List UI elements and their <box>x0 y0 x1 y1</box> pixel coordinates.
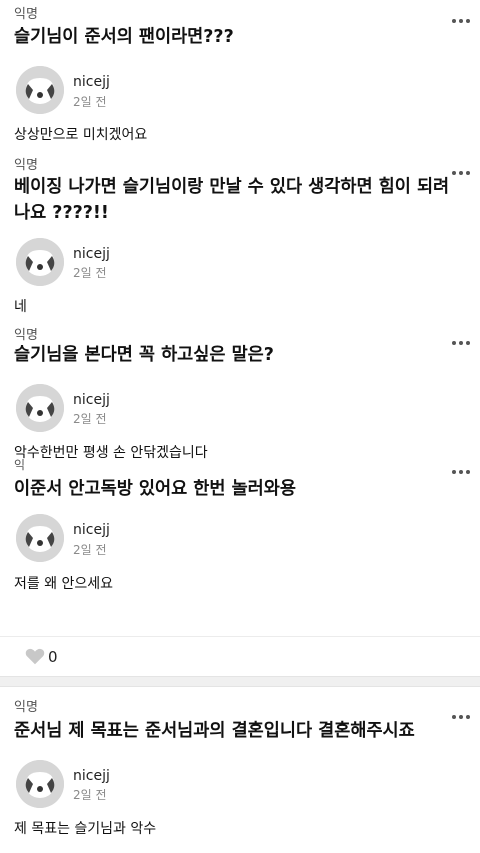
qa-card: 익명 준서님 제 목표는 준서님과의 결혼입니다 결혼해주시죠 nicejj 2… <box>0 690 480 853</box>
username[interactable]: nicejj <box>73 768 110 784</box>
more-options-icon[interactable] <box>452 340 470 346</box>
asker-label: 익명 <box>14 158 38 173</box>
answer-text: 네 <box>14 299 27 315</box>
avatar[interactable] <box>16 238 64 286</box>
avatar[interactable] <box>16 760 64 808</box>
question-text: 이준서 안고독방 있어요 한번 놀러와용 <box>14 479 296 499</box>
post-time: 2일 전 <box>73 95 107 109</box>
username[interactable]: nicejj <box>73 74 110 90</box>
qa-card: 익명 슬기님이 준서의 팬이라면??? nicejj 2일 전 상상만으로 미치… <box>0 0 480 160</box>
question-text: 베이징 나가면 슬기님이랑 만날 수 있다 생각하면 힘이 되려나요 ????!… <box>14 177 450 223</box>
dog-avatar-icon <box>16 238 64 286</box>
like-bar: 0 <box>0 636 480 677</box>
more-options-icon[interactable] <box>452 714 470 720</box>
heart-icon[interactable] <box>24 645 46 667</box>
username[interactable]: nicejj <box>73 392 110 408</box>
asker-label: 익명 <box>14 700 38 715</box>
username[interactable]: nicejj <box>73 522 110 538</box>
more-options-icon[interactable] <box>452 18 470 24</box>
answer-text: 제 목표는 슬기님과 악수 <box>14 821 157 837</box>
section-divider <box>0 676 480 687</box>
dog-avatar-icon <box>16 514 64 562</box>
qa-card: 익 이준서 안고독방 있어요 한번 놀러와용 nicejj 2일 전 저를 왜 … <box>0 458 480 636</box>
avatar[interactable] <box>16 66 64 114</box>
answer-text: 악수한번만 평생 손 안닦겠습니다 <box>14 445 208 461</box>
question-text: 슬기님이 준서의 팬이라면??? <box>14 27 234 47</box>
more-options-icon[interactable] <box>452 469 470 475</box>
asker-label: 익명 <box>14 7 38 22</box>
answer-text: 상상만으로 미치겠어요 <box>14 127 148 143</box>
dog-avatar-icon <box>16 66 64 114</box>
post-time: 2일 전 <box>73 543 107 557</box>
dog-avatar-icon <box>16 760 64 808</box>
post-time: 2일 전 <box>73 788 107 802</box>
post-time: 2일 전 <box>73 412 107 426</box>
dog-avatar-icon <box>16 384 64 432</box>
username[interactable]: nicejj <box>73 246 110 262</box>
post-time: 2일 전 <box>73 266 107 280</box>
qa-card: 익명 베이징 나가면 슬기님이랑 만날 수 있다 생각하면 힘이 되려나요 ??… <box>0 152 480 322</box>
more-options-icon[interactable] <box>452 170 470 176</box>
avatar[interactable] <box>16 384 64 432</box>
answer-text: 저를 왜 안으세요 <box>14 576 114 592</box>
like-count: 0 <box>48 648 58 666</box>
question-text: 슬기님을 본다면 꼭 하고싶은 말은? <box>14 345 274 365</box>
asker-label: 익 <box>14 458 26 472</box>
avatar[interactable] <box>16 514 64 562</box>
question-text: 준서님 제 목표는 준서님과의 결혼입니다 결혼해주시죠 <box>14 721 415 741</box>
qa-card: 익명 슬기님을 본다면 꼭 하고싶은 말은? nicejj 2일 전 악수한번만… <box>0 322 480 462</box>
asker-label: 익명 <box>14 328 38 343</box>
